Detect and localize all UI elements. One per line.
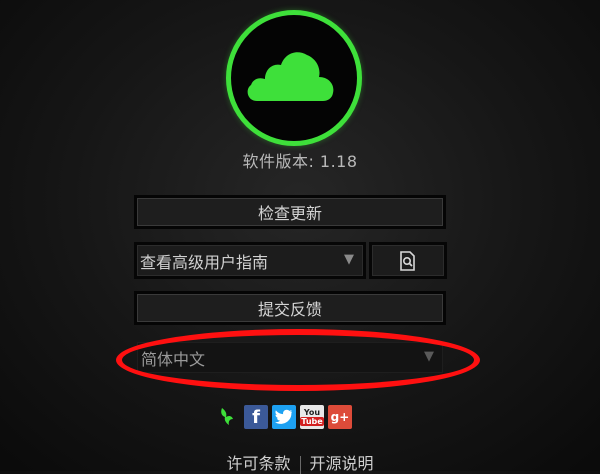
- google-plus-text: g+: [330, 410, 350, 424]
- dropdown-arrow-icon: ▼: [424, 349, 434, 364]
- cloud-logo: [226, 10, 362, 146]
- search-document-button[interactable]: [369, 242, 447, 279]
- youtube-icon[interactable]: You Tube: [300, 405, 324, 429]
- user-guide-select-value: 查看高级用户指南: [140, 252, 269, 272]
- youtube-top-text: You: [303, 408, 321, 417]
- search-document-icon: [400, 250, 415, 271]
- software-version: 软件版本: 1.18: [242, 152, 358, 171]
- language-select[interactable]: 简体中文 ▼: [137, 342, 443, 373]
- google-plus-icon[interactable]: g+: [328, 405, 352, 429]
- check-update-button[interactable]: 检查更新: [134, 195, 446, 229]
- submit-feedback-button[interactable]: 提交反馈: [134, 291, 446, 325]
- open-source-link[interactable]: 开源说明: [310, 454, 374, 473]
- razer-icon[interactable]: [218, 405, 240, 429]
- user-guide-select[interactable]: 查看高级用户指南 ▼: [134, 242, 366, 279]
- youtube-bottom-text: Tube: [300, 417, 324, 426]
- cloud-icon: [247, 52, 334, 101]
- footer-links: 许可条款 开源说明: [0, 450, 600, 474]
- license-terms-link[interactable]: 许可条款: [226, 454, 290, 473]
- facebook-icon[interactable]: f: [244, 405, 268, 429]
- dropdown-arrow-icon: ▼: [344, 252, 354, 267]
- language-select-value: 简体中文: [141, 349, 206, 369]
- twitter-icon[interactable]: [272, 405, 296, 429]
- social-links: f You Tube g+: [218, 405, 352, 429]
